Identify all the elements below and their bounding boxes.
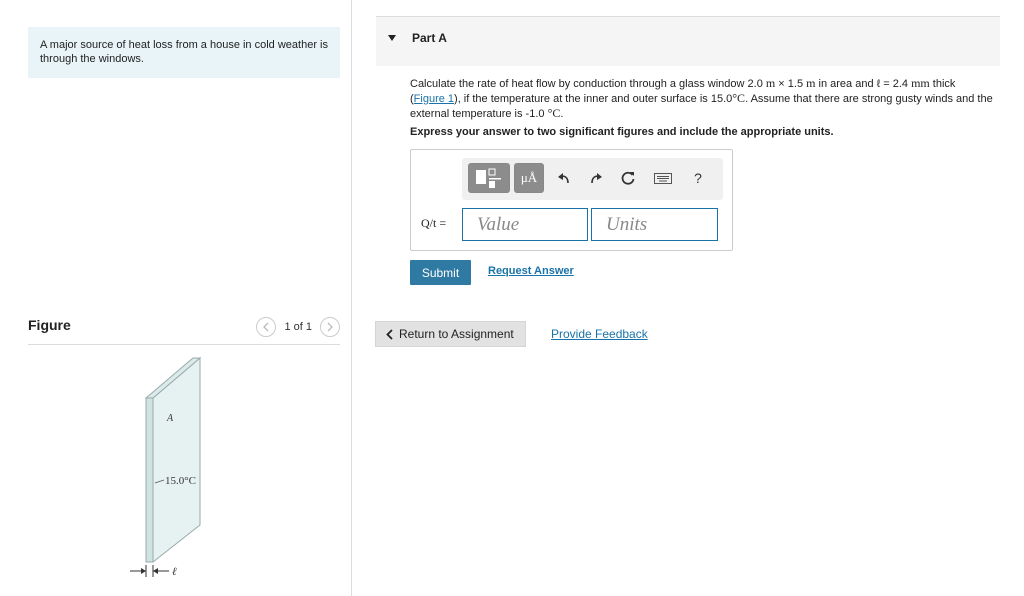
label-a: A xyxy=(166,413,174,424)
figure-header: Figure 1 of 1 xyxy=(28,313,340,345)
answer-label: Q/t = xyxy=(421,216,447,230)
units-button[interactable]: μÅ xyxy=(514,163,544,193)
units-input[interactable]: Units xyxy=(591,208,718,241)
chevron-right-icon[interactable] xyxy=(320,317,340,337)
provide-feedback-link[interactable]: Provide Feedback xyxy=(551,327,648,341)
instruction-text: Express your answer to two significant f… xyxy=(410,126,834,138)
question-text: Calculate the rate of heat flow by condu… xyxy=(410,76,993,120)
figure-nav: 1 of 1 xyxy=(256,317,340,337)
chevron-left-icon xyxy=(386,328,393,340)
reset-icon[interactable] xyxy=(618,168,638,188)
label-temp: 15.0°C xyxy=(165,475,196,487)
help-icon[interactable]: ? xyxy=(688,168,708,188)
part-header[interactable]: Part A xyxy=(376,16,1000,66)
window-figure: A 15.0°C ℓ xyxy=(130,356,202,578)
templates-icon[interactable] xyxy=(468,163,510,193)
figure-link[interactable]: Figure 1 xyxy=(414,93,454,105)
request-answer-link[interactable]: Request Answer xyxy=(488,265,574,277)
submit-button[interactable]: Submit xyxy=(410,260,471,285)
label-thickness: ℓ xyxy=(172,566,177,578)
value-input[interactable]: Value xyxy=(462,208,588,241)
answer-box: μÅ ? Q/t = Value Units xyxy=(410,149,733,251)
return-label: Return to Assignment xyxy=(399,327,514,341)
glass-edge xyxy=(145,397,154,563)
intro-box: A major source of heat loss from a house… xyxy=(28,27,340,78)
keyboard-icon[interactable] xyxy=(652,168,674,188)
undo-icon[interactable] xyxy=(554,168,574,188)
math-toolbar: μÅ ? xyxy=(462,158,723,200)
caret-down-icon[interactable] xyxy=(388,35,396,41)
intro-text: A major source of heat loss from a house… xyxy=(40,39,328,65)
redo-icon[interactable] xyxy=(586,168,606,188)
chevron-left-icon[interactable] xyxy=(256,317,277,337)
left-column: A major source of heat loss from a house… xyxy=(0,0,352,596)
return-to-assignment-button[interactable]: Return to Assignment xyxy=(375,321,526,347)
part-title: Part A xyxy=(412,31,447,45)
figure-count: 1 of 1 xyxy=(284,321,312,333)
figure-title: Figure xyxy=(28,317,71,333)
